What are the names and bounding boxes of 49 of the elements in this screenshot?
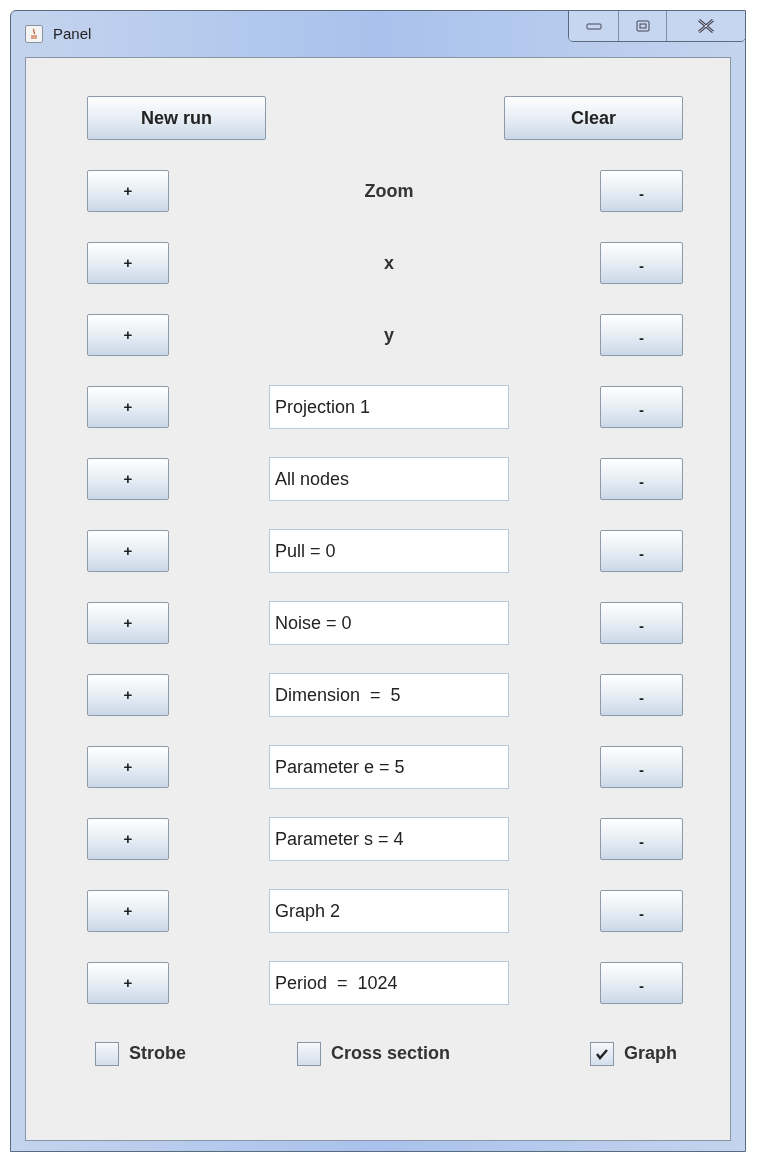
checkbox[interactable]: Cross section bbox=[297, 1040, 590, 1067]
decrement-button[interactable]: - bbox=[600, 602, 683, 644]
java-app-icon bbox=[25, 25, 43, 43]
minimize-icon bbox=[585, 22, 602, 30]
checkbox[interactable]: Graph bbox=[590, 1040, 683, 1067]
axis-label: Zoom bbox=[364, 179, 414, 203]
action-button[interactable]: New run bbox=[87, 96, 266, 140]
value-field[interactable]: Period = 1024 bbox=[269, 961, 509, 1005]
decrement-button[interactable]: - bbox=[600, 890, 683, 932]
increment-button[interactable]: + bbox=[87, 242, 169, 284]
increment-button[interactable]: + bbox=[87, 962, 169, 1004]
decrement-button[interactable]: - bbox=[600, 170, 683, 212]
value-field[interactable]: All nodes bbox=[269, 457, 509, 501]
decrement-button[interactable]: - bbox=[600, 962, 683, 1004]
axis-label: y bbox=[384, 323, 394, 347]
value-field[interactable]: Pull = 0 bbox=[269, 529, 509, 573]
maximize-button[interactable] bbox=[619, 11, 667, 41]
increment-button[interactable]: + bbox=[87, 458, 169, 500]
decrement-button[interactable]: - bbox=[600, 386, 683, 428]
increment-button[interactable]: + bbox=[87, 386, 169, 428]
checkbox[interactable]: Strobe bbox=[95, 1040, 297, 1067]
increment-button[interactable]: + bbox=[87, 170, 169, 212]
value-field[interactable]: Noise = 0 bbox=[269, 601, 509, 645]
minimize-button[interactable] bbox=[569, 11, 619, 41]
value-field[interactable]: Graph 2 bbox=[269, 889, 509, 933]
decrement-button[interactable]: - bbox=[600, 458, 683, 500]
increment-button[interactable]: + bbox=[87, 602, 169, 644]
increment-button[interactable]: + bbox=[87, 890, 169, 932]
decrement-button[interactable]: - bbox=[600, 314, 683, 356]
maximize-icon bbox=[635, 20, 650, 32]
increment-button[interactable]: + bbox=[87, 314, 169, 356]
decrement-button[interactable]: - bbox=[600, 674, 683, 716]
decrement-button[interactable]: - bbox=[600, 818, 683, 860]
value-field[interactable]: Parameter e = 5 bbox=[269, 745, 509, 789]
axis-label: x bbox=[384, 251, 394, 275]
value-field[interactable]: Parameter s = 4 bbox=[269, 817, 509, 861]
increment-button[interactable]: + bbox=[87, 746, 169, 788]
increment-button[interactable]: + bbox=[87, 530, 169, 572]
window-title: Panel bbox=[53, 23, 92, 44]
action-button[interactable]: Clear bbox=[504, 96, 683, 140]
increment-button[interactable]: + bbox=[87, 818, 169, 860]
close-icon bbox=[697, 19, 715, 33]
close-button[interactable] bbox=[667, 11, 745, 41]
decrement-button[interactable]: - bbox=[600, 746, 683, 788]
decrement-button[interactable]: - bbox=[600, 530, 683, 572]
value-field[interactable]: Projection 1 bbox=[269, 385, 509, 429]
value-field[interactable]: Dimension = 5 bbox=[269, 673, 509, 717]
increment-button[interactable]: + bbox=[87, 674, 169, 716]
decrement-button[interactable]: - bbox=[600, 242, 683, 284]
